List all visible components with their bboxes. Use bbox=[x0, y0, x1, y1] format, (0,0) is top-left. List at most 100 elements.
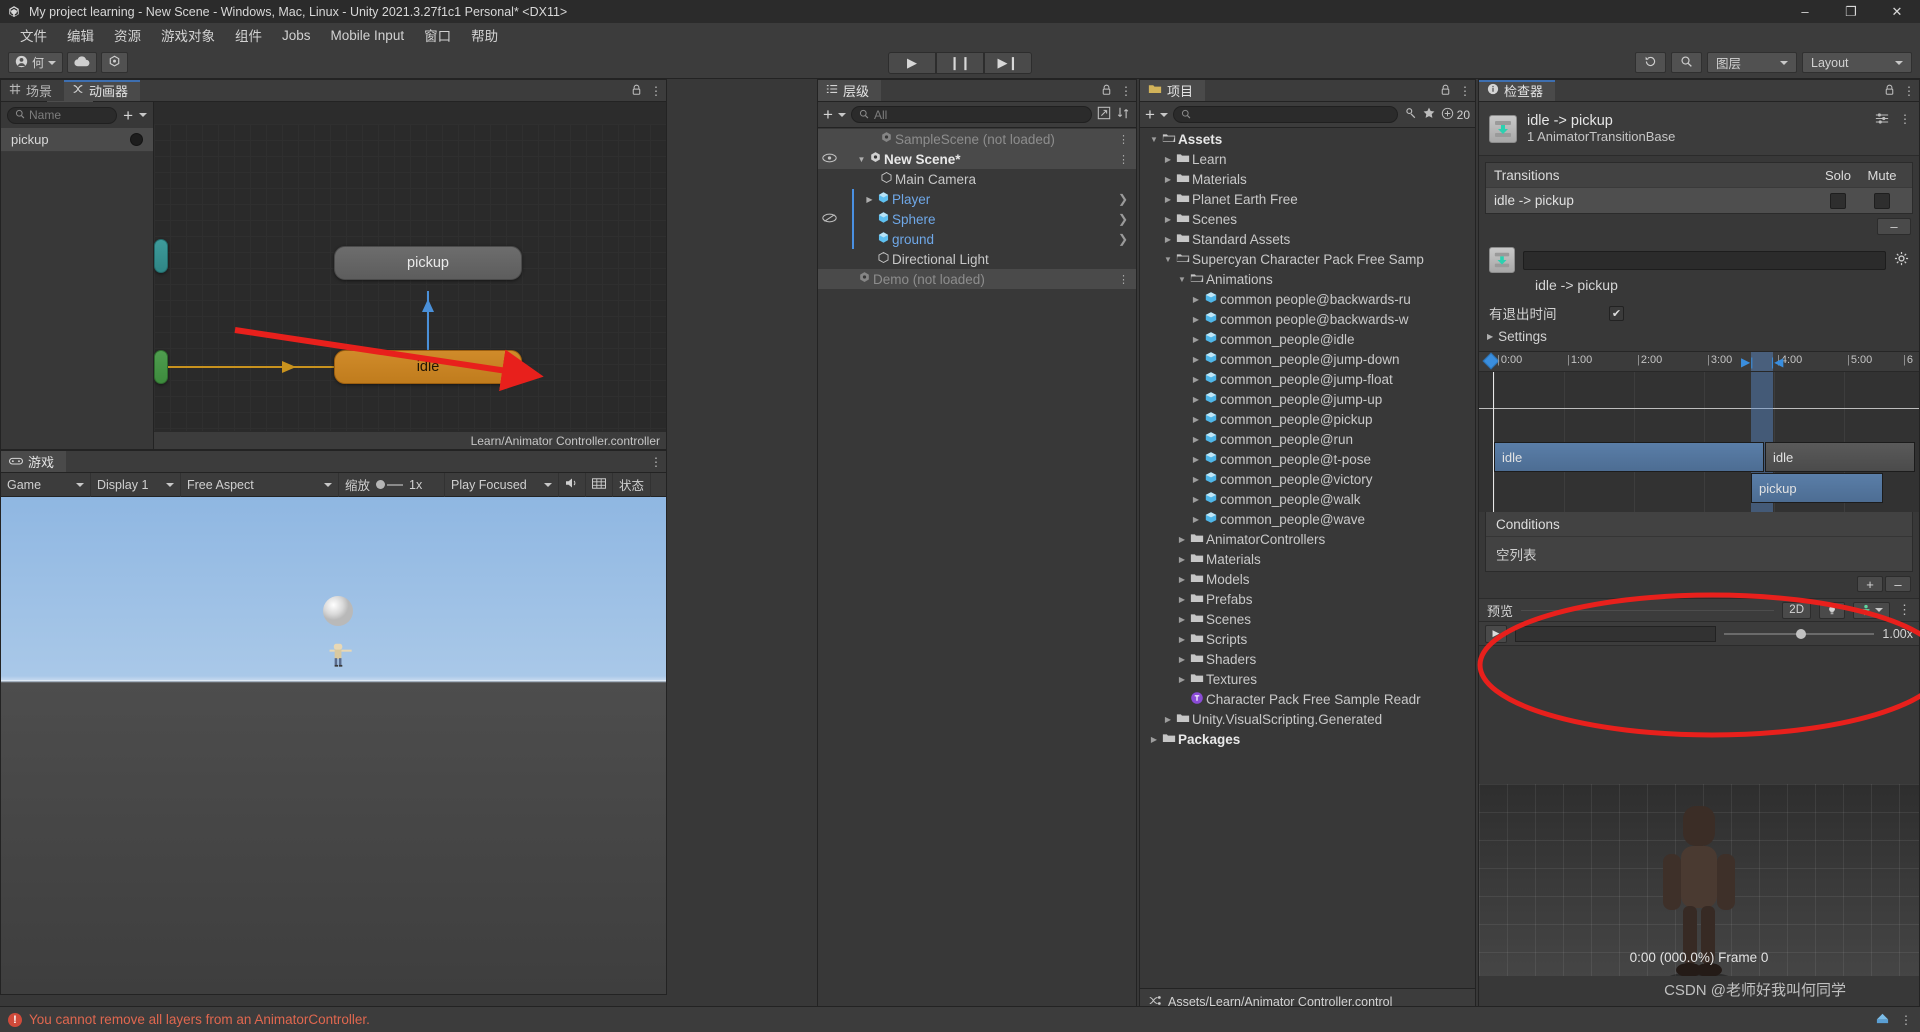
cloud-button[interactable] bbox=[67, 52, 98, 73]
project-row-assets[interactable]: ▼ Assets bbox=[1140, 129, 1475, 149]
chevron-right-icon[interactable]: ▶ bbox=[1162, 235, 1174, 244]
project-row-standard-assets[interactable]: ▶ Standard Assets bbox=[1140, 229, 1475, 249]
chevron-right-icon[interactable]: ▶ bbox=[1190, 315, 1202, 324]
parameter-row-pickup[interactable]: pickup bbox=[1, 128, 153, 152]
project-row-shaders[interactable]: ▶ Shaders bbox=[1140, 649, 1475, 669]
kebab-icon[interactable]: ⋮ bbox=[1459, 84, 1471, 98]
gizmos-button[interactable] bbox=[586, 472, 613, 497]
project-row-materials[interactable]: ▶ Materials bbox=[1140, 169, 1475, 189]
project-row-visualscripting[interactable]: ▶ Unity.VisualScripting.Generated bbox=[1140, 709, 1475, 729]
lock-icon[interactable] bbox=[1884, 84, 1895, 99]
chevron-down-icon[interactable] bbox=[1159, 112, 1168, 117]
tab-scene[interactable]: 场景 bbox=[1, 80, 65, 101]
timeline-clip-idle-rest[interactable]: idle bbox=[1765, 442, 1915, 472]
hierarchy-row-newscene[interactable]: ▼ New Scene* ⋮ bbox=[818, 149, 1136, 169]
chevron-right-icon[interactable]: ▶ bbox=[1190, 515, 1202, 524]
kebab-icon[interactable]: ⋮ bbox=[1118, 133, 1130, 146]
project-row-anim-idle[interactable]: ▶ common_people@idle bbox=[1140, 329, 1475, 349]
kebab-icon[interactable]: ⋮ bbox=[1898, 602, 1911, 618]
add-gameobject-button[interactable]: + bbox=[823, 106, 833, 123]
project-row-anim-backwards-run[interactable]: ▶ common people@backwards-ru bbox=[1140, 289, 1475, 309]
hierarchy-sort-icon[interactable] bbox=[1116, 106, 1131, 123]
play-button[interactable]: ▶ bbox=[888, 51, 936, 74]
mute-checkbox[interactable] bbox=[1874, 192, 1890, 209]
remove-condition-button[interactable]: – bbox=[1885, 576, 1911, 592]
menu-item-component[interactable]: 组件 bbox=[225, 23, 272, 47]
hierarchy-row-main-camera[interactable]: Main Camera bbox=[818, 169, 1136, 189]
timeline-ruler[interactable]: 0:00 1:00 2:00 3:00 4:00 5:00 6 ▶| |◀ bbox=[1479, 352, 1919, 372]
parameter-search-input[interactable]: Name bbox=[7, 106, 118, 124]
tab-animator[interactable]: 动画器 bbox=[64, 80, 141, 101]
chevron-right-icon[interactable]: ▶ bbox=[1190, 475, 1202, 484]
project-tree[interactable]: ▼ Assets ▶ Learn ▶ Materials ▶ Planet Ea… bbox=[1140, 129, 1475, 988]
project-row-anim-t-pose[interactable]: ▶ common_people@t-pose bbox=[1140, 449, 1475, 469]
close-button[interactable]: ✕ bbox=[1874, 0, 1920, 23]
layout-dropdown[interactable]: Layout bbox=[1802, 52, 1912, 73]
chevron-right-icon[interactable]: ▶ bbox=[1190, 435, 1202, 444]
solo-checkbox[interactable] bbox=[1830, 192, 1846, 209]
menu-item-edit[interactable]: 编辑 bbox=[57, 23, 104, 47]
collab-icon[interactable] bbox=[1875, 1011, 1890, 1028]
undo-history-button[interactable] bbox=[1635, 52, 1666, 73]
kebab-icon[interactable]: ⋮ bbox=[1118, 273, 1130, 286]
eye-off-icon[interactable] bbox=[822, 213, 837, 226]
project-row-scenes[interactable]: ▶ Scenes bbox=[1140, 209, 1475, 229]
chevron-down-icon[interactable]: ▼ bbox=[1162, 255, 1174, 264]
menu-item-file[interactable]: 文件 bbox=[10, 23, 57, 47]
chevron-right-icon[interactable]: ▶ bbox=[1176, 575, 1188, 584]
search-button[interactable] bbox=[1671, 52, 1702, 73]
preview-2d-toggle[interactable]: 2D bbox=[1782, 601, 1811, 619]
preview-speed-slider[interactable] bbox=[1724, 627, 1875, 641]
add-parameter-button[interactable]: + bbox=[123, 107, 133, 124]
menu-item-jobs[interactable]: Jobs bbox=[272, 26, 321, 45]
cloud-settings-button[interactable] bbox=[101, 52, 129, 73]
project-row-packages[interactable]: ▶ Packages bbox=[1140, 729, 1475, 749]
lock-icon[interactable] bbox=[1101, 84, 1112, 99]
project-row-anim-run[interactable]: ▶ common_people@run bbox=[1140, 429, 1475, 449]
chevron-right-icon[interactable]: ▶ bbox=[1176, 635, 1188, 644]
project-row-learn[interactable]: ▶ Learn bbox=[1140, 149, 1475, 169]
transition-duration-band[interactable] bbox=[1751, 352, 1773, 371]
scale-slider[interactable] bbox=[376, 480, 404, 489]
chevron-down-icon[interactable] bbox=[837, 112, 846, 117]
preview-play-button[interactable]: ▶ bbox=[1485, 624, 1507, 643]
project-row-anim-walk[interactable]: ▶ common_people@walk bbox=[1140, 489, 1475, 509]
transition-name-input[interactable] bbox=[1523, 250, 1886, 270]
chevron-right-icon[interactable]: ▶ bbox=[1176, 555, 1188, 564]
chevron-down-icon[interactable]: ▼ bbox=[1176, 275, 1188, 284]
lock-icon[interactable] bbox=[631, 84, 642, 99]
account-button[interactable]: 何 bbox=[8, 52, 64, 73]
timeline-clip-idle-source[interactable]: idle bbox=[1494, 442, 1764, 472]
project-row-scripts[interactable]: ▶ Scripts bbox=[1140, 629, 1475, 649]
project-row-anim-backwards-walk[interactable]: ▶ common people@backwards-w bbox=[1140, 309, 1475, 329]
menu-item-help[interactable]: 帮助 bbox=[461, 23, 508, 47]
status-message[interactable]: You cannot remove all layers from an Ani… bbox=[29, 1012, 370, 1027]
project-favorites-icon[interactable] bbox=[1422, 106, 1436, 123]
has-exit-time-checkbox[interactable]: ✔ bbox=[1609, 305, 1624, 321]
chevron-down-icon[interactable] bbox=[139, 113, 147, 117]
scale-slider-group[interactable]: 缩放 1x bbox=[339, 472, 445, 497]
chevron-right-icon[interactable]: ▶ bbox=[1190, 355, 1202, 364]
project-row-anim-jump-float[interactable]: ▶ common_people@jump-float bbox=[1140, 369, 1475, 389]
eye-icon[interactable] bbox=[822, 153, 837, 166]
play-mode-dropdown[interactable]: Play Focused bbox=[445, 472, 559, 497]
chevron-down-icon[interactable]: ▼ bbox=[856, 155, 867, 164]
create-asset-button[interactable]: + bbox=[1145, 106, 1155, 123]
chevron-right-icon[interactable]: ▶ bbox=[1190, 395, 1202, 404]
stats-button[interactable]: 状态 bbox=[613, 472, 652, 497]
kebab-icon[interactable]: ⋮ bbox=[1903, 84, 1915, 98]
preview-avatar-button[interactable] bbox=[1853, 601, 1890, 619]
chevron-right-icon[interactable]: ▶ bbox=[1176, 535, 1188, 544]
chevron-right-icon[interactable]: ▶ bbox=[1162, 715, 1174, 724]
chevron-right-icon[interactable]: ▶ bbox=[1190, 455, 1202, 464]
preview-viewport[interactable]: 0:00 (000.0%) Frame 0 bbox=[1479, 784, 1919, 976]
minimize-button[interactable]: – bbox=[1782, 0, 1828, 23]
chevron-right-icon[interactable]: ▶ bbox=[1176, 675, 1188, 684]
timeline-body[interactable]: idle idle pickup bbox=[1479, 372, 1919, 512]
chevron-right-icon[interactable]: ▶ bbox=[1148, 735, 1160, 744]
tab-game[interactable]: 游戏 bbox=[1, 451, 67, 472]
hierarchy-tree[interactable]: SampleScene (not loaded) ⋮ ▼ New Scene* … bbox=[818, 129, 1136, 1014]
project-search-input[interactable] bbox=[1172, 106, 1398, 123]
project-row-animatorcontrollers[interactable]: ▶ AnimatorControllers bbox=[1140, 529, 1475, 549]
hierarchy-row-ground[interactable]: ground ❯ bbox=[818, 229, 1136, 249]
